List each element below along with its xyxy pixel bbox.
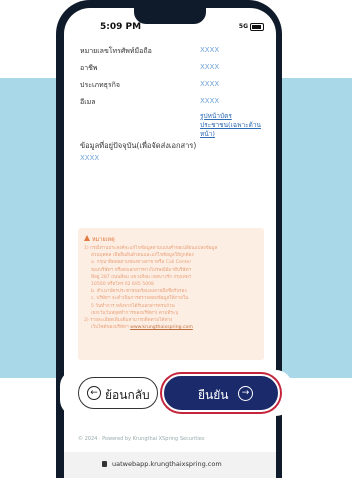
battery-icon xyxy=(250,23,264,31)
field-label: อาชีพ xyxy=(80,64,98,72)
notice-title: หมายเหตุ xyxy=(84,235,115,244)
confirm-button[interactable]: ยืนยัน → xyxy=(162,374,280,412)
status-time: 5:09 PM xyxy=(100,22,142,32)
id-card-photo-link[interactable]: รูปหน้าบัตรประชาชน(เฉพาะด้านหน้า) xyxy=(200,112,274,139)
field-label: หมายเลขโทรศัพท์มือถือ xyxy=(80,47,152,55)
arrow-right-circle-icon: → xyxy=(238,386,253,401)
field-value: XXXX xyxy=(200,80,220,88)
footer-text: © 2024 · Powered by Krungthai XSpring Se… xyxy=(78,436,205,442)
notice-line: ที่อยู่ 287 ถนนสีลม แขวงสีลม เขตบางรัก ก… xyxy=(91,274,192,280)
website-link[interactable]: www.krungthaixspring.com xyxy=(130,325,193,330)
phone-notch xyxy=(134,8,206,24)
notice-line: c. บริษัทฯ จะดำเนินการตรวจสอบข้อมูลให้ภา… xyxy=(91,296,189,302)
field-label: ประเภทธุรกิจ xyxy=(80,81,120,89)
notice-line: ส่วนบุคคล เพื่อยืนยันตัวตนและแก้ไขข้อมูล… xyxy=(91,253,194,259)
browser-url-bar[interactable]: uatwebapp.krungthaixspring.com xyxy=(64,452,276,478)
field-value: XXXX xyxy=(200,63,220,71)
back-button[interactable]: ← ย้อนกลับ xyxy=(78,377,158,409)
notice-lines: 1) กรณีท่านประสงค์จะแก้ไขข้อมูลตามแบบคำข… xyxy=(84,245,260,331)
notice-line: 10500 หรือโทร 02 695 5008 xyxy=(91,282,154,288)
confirm-button-label: ยืนยัน xyxy=(198,388,229,402)
field-label: อีเมล xyxy=(80,98,96,106)
notice-line: (ยกเว้นวันหยุดทำการของบริษัทฯ) ตามที่ระบ… xyxy=(91,310,179,316)
notice-line: 2) รายละเอียดเพิ่มเติมสามารถติดตามได้ทาง xyxy=(84,318,173,324)
arrow-left-circle-icon: ← xyxy=(87,386,101,400)
notice-box: หมายเหตุ 1) กรณีท่านประสงค์จะแก้ไขข้อมูล… xyxy=(78,228,264,360)
notice-line: a. กรุณาติดต่อผ่านช่องทางสาขาหรือ Call C… xyxy=(91,260,192,266)
back-button-label: ย้อนกลับ xyxy=(105,388,150,402)
notice-line: b. สำเนาบัตรประชาชนพร้อมลงลายมือชื่อรับร… xyxy=(91,289,187,295)
address-section-title: ข้อมูลที่อยู่ปัจจุบัน(เพื่อจัดส่งเอกสาร) xyxy=(80,141,197,150)
notice-line-text: เว็บไซต์ของบริษัทฯ xyxy=(91,325,129,331)
notice-line: 1) กรณีท่านประสงค์จะแก้ไขข้อมูลตามแบบคำข… xyxy=(84,246,218,251)
notice-line: 5 วันทำการ หลังจากได้รับเอกสารครบถ้วน xyxy=(91,303,175,309)
url-text: uatwebapp.krungthaixspring.com xyxy=(112,460,222,468)
address-value: XXXX xyxy=(80,154,100,162)
warning-icon xyxy=(84,235,90,241)
notice-line: เว็บไซต์ของบริษัทฯ www.krungthaixspring.… xyxy=(84,324,260,331)
notice-line: ของบริษัทฯ หรือส่งเอกสารทางไปรษณีย์มาที่… xyxy=(91,267,192,273)
field-value: XXXX xyxy=(200,46,220,54)
lock-icon xyxy=(102,461,107,467)
field-value: XXXX xyxy=(200,97,220,105)
notice-title-text: หมายเหตุ xyxy=(92,237,115,243)
signal-icon: 5G xyxy=(238,23,248,30)
